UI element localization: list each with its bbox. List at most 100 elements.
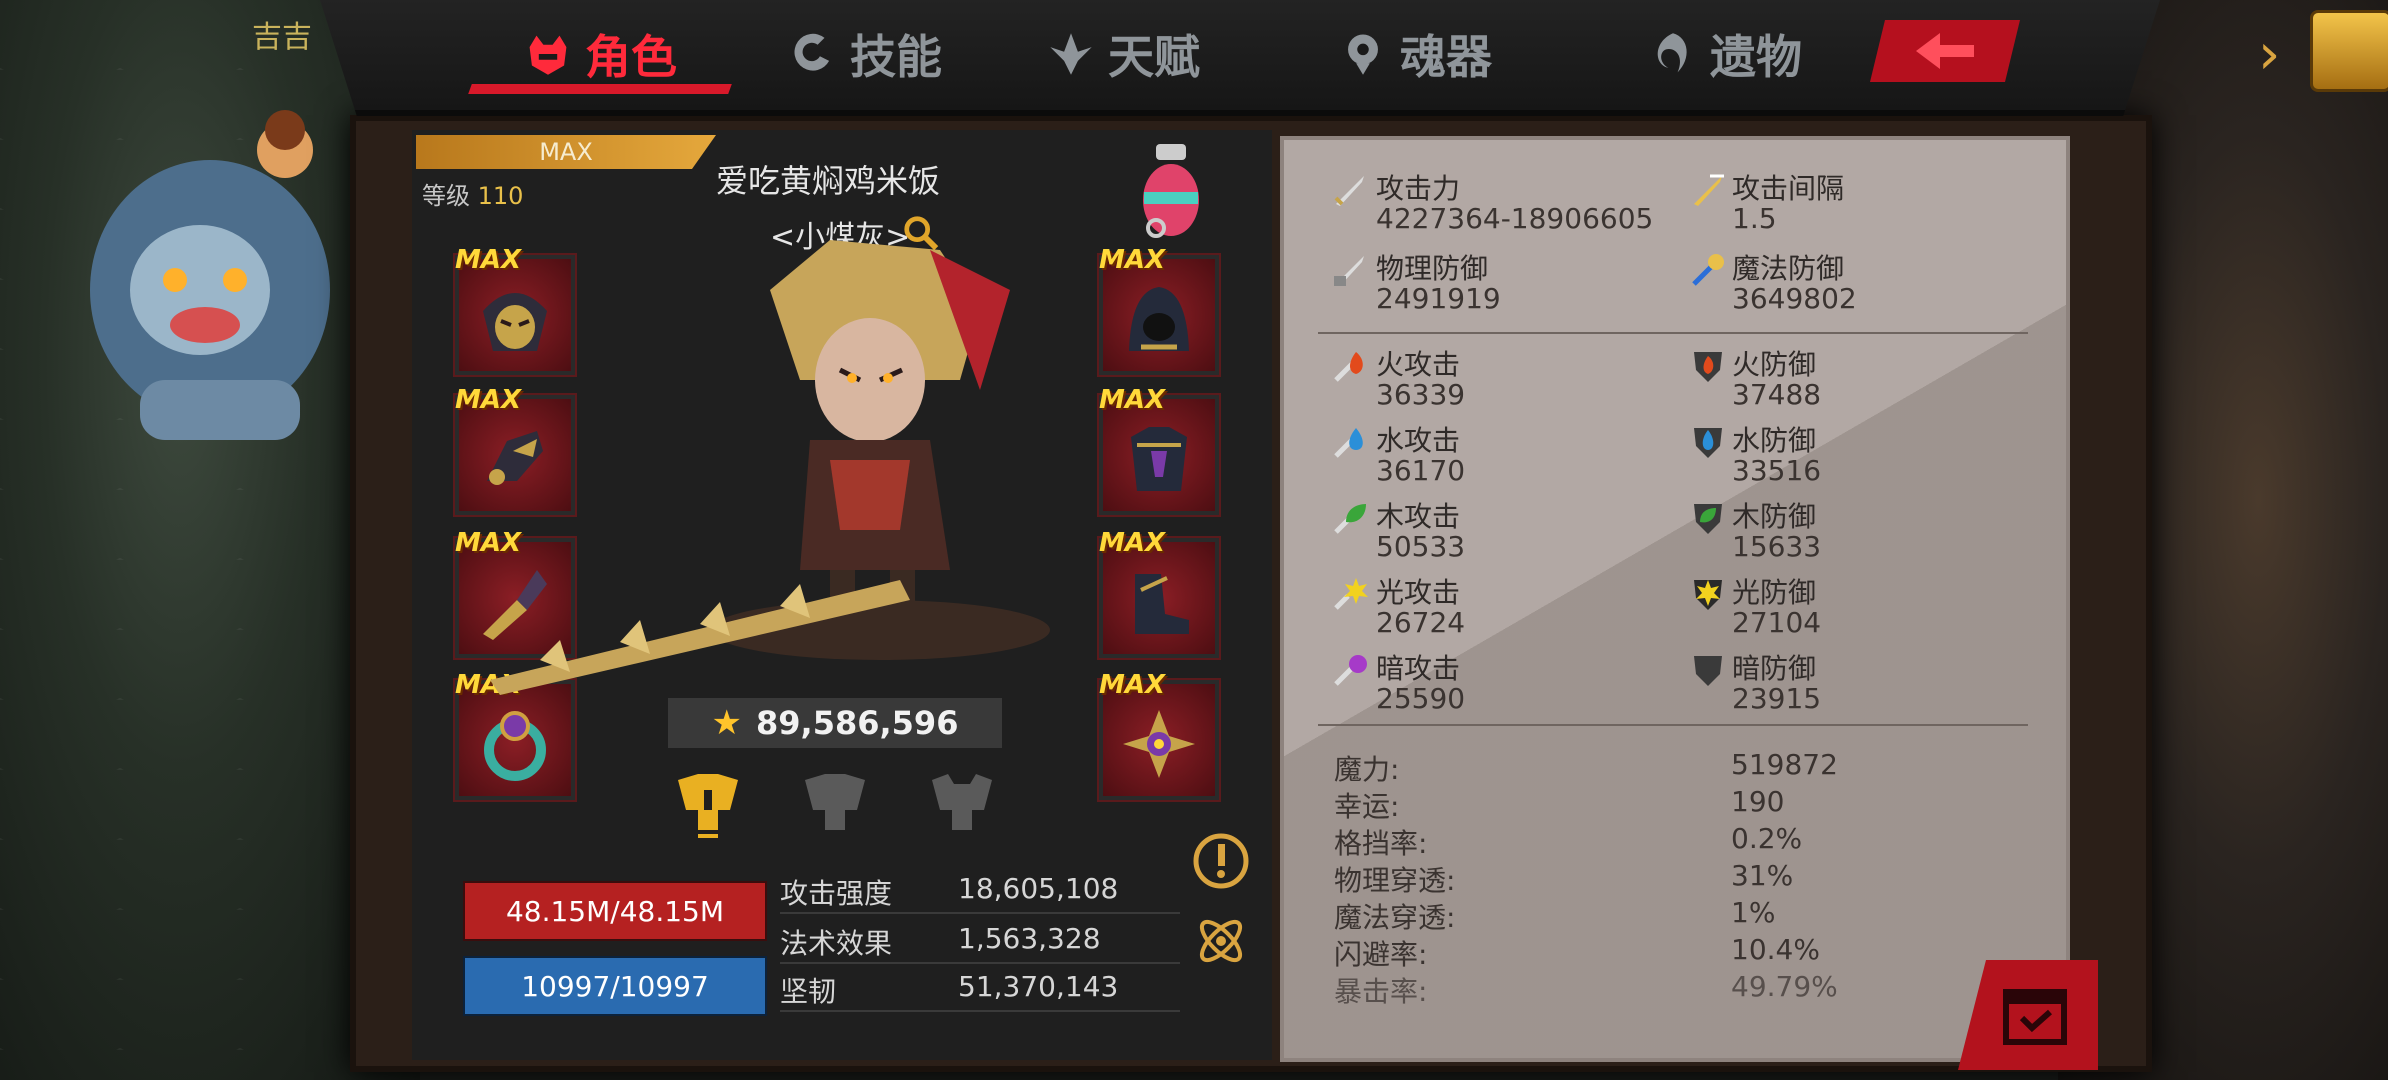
summary-stat-attack-power: 攻击强度 18,605,108 — [780, 872, 1118, 912]
hp-bar: 48.15M/48.15M — [463, 881, 767, 941]
attr-divider — [1318, 724, 2028, 726]
attr-value: 36170 — [1376, 454, 1466, 487]
attr-value: 26724 — [1376, 606, 1466, 639]
hood-icon — [1129, 287, 1189, 351]
level-display: 等级 110 — [422, 176, 523, 211]
physical-defense-icon — [1334, 256, 1364, 286]
stat-divider — [780, 1010, 1180, 1012]
max-tag: MAX — [455, 528, 522, 558]
amulet-icon — [1123, 710, 1195, 778]
armor-set-3-icon[interactable] — [922, 770, 1002, 840]
tab-skill[interactable]: 技能 — [790, 18, 942, 90]
equipment-slot-hands[interactable]: MAX — [455, 385, 575, 515]
player-nickname: 吉吉 — [252, 20, 312, 55]
attr-value: 49.79% — [1731, 970, 1838, 1003]
potion-icon[interactable] — [1136, 140, 1206, 240]
active-tab-indicator — [468, 84, 732, 94]
attr-value: 36339 — [1376, 378, 1466, 411]
light-defense-icon — [1694, 580, 1722, 610]
attr-value: 10.4% — [1731, 933, 1820, 966]
attr-value: 27104 — [1732, 606, 1822, 639]
fire-attack-icon — [1334, 352, 1363, 382]
stat-label: 坚韧 — [780, 975, 837, 1008]
armor-set-1-icon[interactable] — [668, 770, 748, 840]
equipment-slot-hood[interactable]: MAX — [1099, 245, 1219, 375]
attr-light-defense: 光防御 27104 — [1732, 578, 1821, 638]
equipment-slot-chest[interactable]: MAX — [1099, 385, 1219, 515]
attr-value: 37488 — [1732, 378, 1822, 411]
wood-defense-icon — [1694, 504, 1722, 534]
equipment-slot-boots[interactable]: MAX — [1099, 528, 1219, 658]
calendar-icon — [2003, 989, 2067, 1045]
attr-label: 攻击间隔 — [1732, 172, 1845, 205]
talent-icon — [1050, 33, 1092, 75]
max-tag: MAX — [455, 245, 522, 275]
attr-label: 幸运: — [1334, 790, 1400, 823]
attr-value: 33516 — [1732, 454, 1822, 487]
attr-label: 光防御 — [1732, 576, 1817, 609]
attr-label: 暗攻击 — [1376, 652, 1461, 685]
attr-value: 50533 — [1376, 530, 1466, 563]
chevron-right-icon[interactable]: › — [2258, 22, 2280, 87]
skill-icon — [794, 33, 830, 71]
attr-value: 1% — [1731, 896, 1776, 929]
attr-value: 2491919 — [1376, 282, 1501, 315]
hero-sword-icon — [490, 580, 910, 695]
equipment-slot-amulet[interactable]: MAX — [1099, 670, 1219, 800]
attr-label: 水攻击 — [1376, 424, 1461, 457]
tab-relic[interactable]: 遗物 — [1650, 18, 1802, 90]
attr-divider — [1318, 332, 2028, 334]
attr-dark-defense: 暗防御 23915 — [1732, 654, 1821, 714]
attr-label: 火攻击 — [1376, 348, 1461, 381]
character-name: 爱吃黄焖鸡米饭 — [716, 162, 941, 200]
max-tag: MAX — [1099, 670, 1166, 700]
attr-wood-defense: 木防御 15633 — [1732, 502, 1821, 562]
tab-talent[interactable]: 天赋 — [1048, 18, 1200, 90]
attack-speed-icon — [1694, 174, 1724, 206]
fire-defense-icon — [1694, 352, 1722, 382]
tab-soul-vessel-label: 魂器 — [1400, 30, 1492, 84]
attr-label: 魔力: — [1334, 753, 1400, 786]
attr-label: 魔法穿透: — [1334, 901, 1456, 934]
attr-label: 光攻击 — [1376, 576, 1461, 609]
back-button[interactable] — [1870, 20, 2020, 82]
attr-attack: 攻击力 4227364-18906605 — [1376, 174, 1653, 234]
attr-label: 格挡率: — [1334, 827, 1428, 860]
combat-power-display: ★ 89,586,596 — [668, 698, 1002, 748]
attr-value: 4227364-18906605 — [1376, 202, 1654, 235]
attr-value: 1.5 — [1732, 202, 1777, 235]
stat-divider — [780, 912, 1180, 914]
tab-soul-vessel[interactable]: 魂器 — [1340, 18, 1492, 90]
treasure-chest-icon[interactable] — [2310, 10, 2388, 92]
tab-skill-label: 技能 — [850, 30, 942, 84]
lion-companion-icon — [90, 110, 330, 440]
attr-value: 190 — [1731, 785, 1785, 818]
tab-character-label: 角色 — [585, 30, 677, 84]
attr-value: 3649802 — [1732, 282, 1857, 315]
ring-icon — [484, 711, 546, 781]
wood-attack-icon — [1334, 504, 1366, 534]
attr-label: 火防御 — [1732, 348, 1817, 381]
attr-value: 23915 — [1732, 682, 1822, 715]
chest-armor-icon — [1131, 427, 1187, 491]
back-arrow-icon — [1916, 33, 1974, 69]
hp-value: 48.15M/48.15M — [505, 894, 725, 928]
level-label: 等级 — [422, 182, 470, 210]
tab-character[interactable]: 角色 — [525, 18, 677, 90]
helmet-mask-icon — [483, 293, 547, 351]
attr-fire-attack: 火攻击 36339 — [1376, 350, 1465, 410]
attr-value: 0.2% — [1731, 822, 1803, 855]
equipment-slot-head[interactable]: MAX — [455, 245, 575, 375]
relic-icon — [1657, 33, 1687, 73]
alert-icon[interactable] — [1192, 832, 1250, 890]
attr-value: 31% — [1731, 859, 1794, 892]
attr-label: 木防御 — [1732, 500, 1817, 533]
stat-value: 51,370,143 — [958, 970, 1119, 1003]
attr-label: 暗防御 — [1732, 652, 1817, 685]
max-level-banner: MAX — [416, 135, 716, 169]
atom-icon[interactable] — [1192, 912, 1250, 970]
boots-icon — [1135, 574, 1189, 634]
attr-water-defense: 水防御 33516 — [1732, 426, 1821, 486]
attr-physical-defense: 物理防御 2491919 — [1376, 254, 1501, 314]
armor-set-2-icon[interactable] — [795, 770, 875, 840]
